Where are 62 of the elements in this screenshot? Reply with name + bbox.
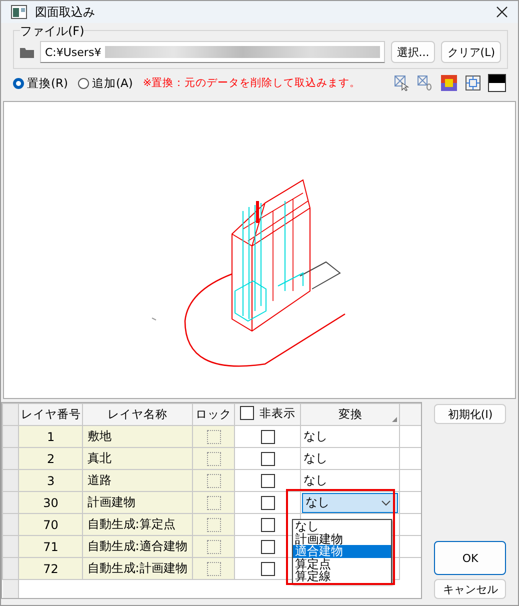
folder-icon (20, 46, 34, 58)
lock-checkbox[interactable] (206, 452, 221, 466)
column-header[interactable]: ロック (192, 404, 235, 426)
hide-checkbox[interactable] (260, 518, 275, 532)
column-header[interactable]: 非表示 (234, 404, 301, 426)
hide-checkbox[interactable] (260, 540, 275, 554)
lock-checkbox[interactable] (206, 540, 221, 554)
mode-radio[interactable]: 追加(A) (78, 76, 133, 90)
hide-checkbox[interactable] (260, 430, 275, 444)
table-cell: 敷地 (82, 426, 192, 448)
dropdown-option[interactable]: 算定線 (293, 570, 391, 582)
chevron-icon (381, 500, 392, 506)
dialog-button[interactable]: 選択... (390, 41, 436, 63)
file-group-label: ファイル(F) (20, 23, 84, 40)
table-cell-text: なし (302, 473, 328, 487)
table-cell: 自動生成:適合建物 (82, 536, 192, 558)
close-icon[interactable] (496, 6, 508, 18)
dialog-button[interactable]: OK (434, 541, 506, 575)
lock-checkbox[interactable] (206, 496, 221, 510)
warning-text: ※置換：元のデータを削除して取込みます。 (142, 76, 361, 90)
table-cell: 70 (18, 514, 83, 536)
dimension-icon[interactable] (440, 74, 458, 92)
hide-checkbox[interactable] (260, 474, 275, 488)
hide-checkbox[interactable] (260, 496, 275, 510)
table-cell: 1 (18, 426, 83, 448)
reset-button[interactable]: 初期化(I) (434, 404, 506, 424)
table-cell: 3 (18, 470, 83, 492)
hide-checkbox[interactable] (260, 452, 275, 466)
lock-checkbox[interactable] (206, 430, 221, 444)
column-header[interactable]: レイヤ名称 (82, 404, 192, 426)
reset-icon[interactable] (417, 75, 433, 91)
table-cell: 自動生成:計画建物 (82, 558, 192, 580)
color-swatch-icon[interactable] (488, 74, 506, 92)
conversion-dropdown[interactable]: なし (302, 492, 398, 512)
column-header[interactable]: レイヤ番号 (18, 404, 83, 426)
table-cell: 道路 (82, 470, 192, 492)
pick-icon[interactable] (394, 75, 410, 91)
table-cell: 真北 (82, 448, 192, 470)
dialog-button[interactable]: キャンセル (434, 579, 506, 599)
window-title: 図面取込み (35, 4, 96, 20)
lock-checkbox[interactable] (206, 518, 221, 532)
table-cell-text: なし (302, 451, 328, 465)
dropdown-option[interactable]: 適合建物 (293, 545, 391, 558)
table-cell: 71 (18, 536, 83, 558)
table-cell: 30 (18, 492, 83, 514)
app-icon (11, 5, 27, 19)
hide-checkbox[interactable] (260, 562, 275, 576)
mode-radio[interactable]: 置換(R) (13, 76, 68, 90)
dropdown-option[interactable]: なし (293, 520, 391, 532)
table-cell: 計画建物 (82, 492, 192, 514)
column-header[interactable]: 変換 (300, 404, 400, 426)
lock-checkbox[interactable] (206, 474, 221, 488)
dropdown-option[interactable]: 算定点 (293, 558, 391, 570)
lock-checkbox[interactable] (206, 562, 221, 576)
table-cell: 自動生成:算定点 (82, 514, 192, 536)
file-path-field[interactable]: C:¥Users¥ (40, 41, 385, 63)
dialog-button[interactable]: クリア(L) (441, 41, 501, 63)
dropdown-option[interactable]: 計画建物 (293, 532, 391, 545)
table-cell: 72 (18, 558, 83, 580)
fit-icon[interactable] (465, 75, 481, 91)
table-cell: 2 (18, 448, 83, 470)
table-cell-text: なし (302, 429, 328, 443)
